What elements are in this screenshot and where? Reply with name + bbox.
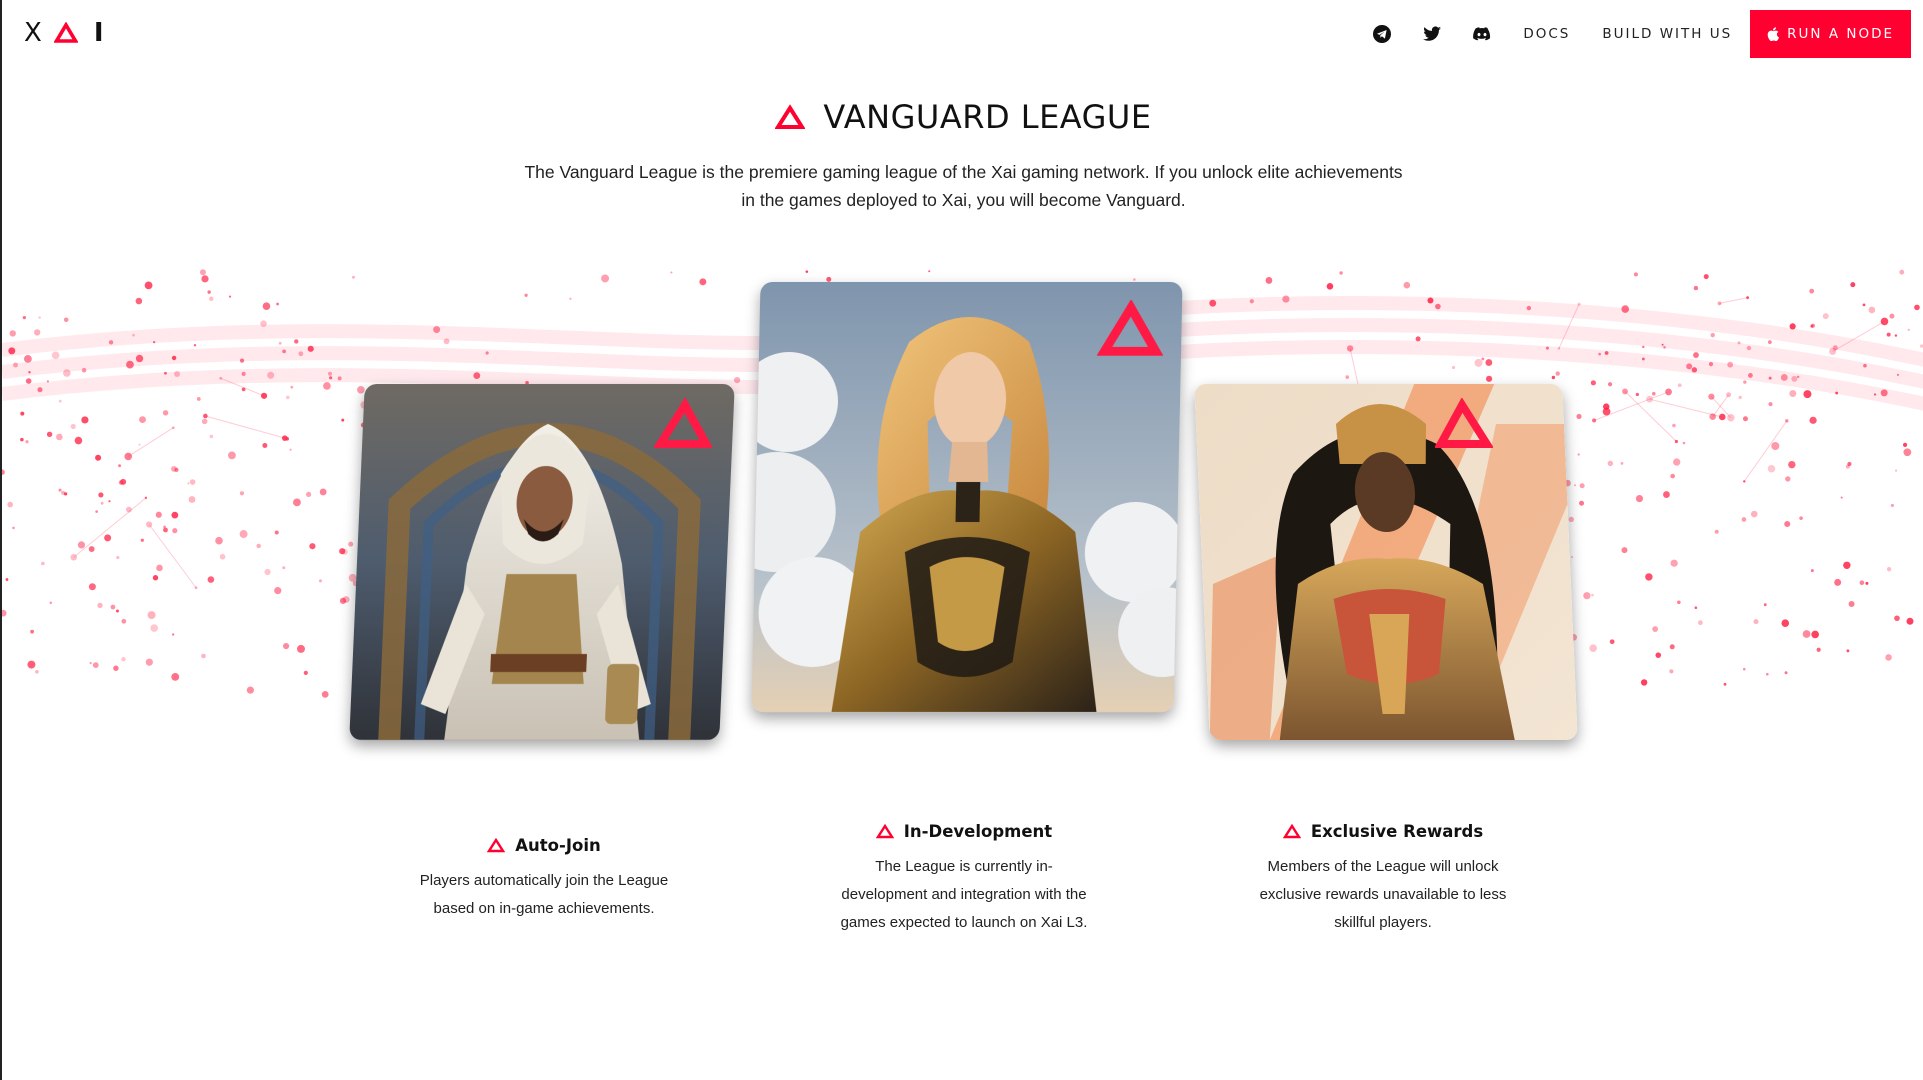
discord-icon[interactable] — [1469, 21, 1495, 47]
triangle-logo-icon — [1282, 824, 1301, 839]
apple-icon — [1767, 27, 1780, 41]
vanguard-card-right — [1194, 384, 1578, 740]
triangle-logo-icon — [487, 838, 506, 853]
triangle-logo-icon — [775, 104, 806, 129]
feature-title: In-Development — [903, 822, 1053, 841]
intro-paragraph: The Vanguard League is the premiere gami… — [524, 162, 1403, 210]
nav-docs-link[interactable]: DOCS — [1523, 26, 1570, 42]
feature-title: Exclusive Rewards — [1310, 822, 1484, 841]
nav-build-with-us-link[interactable]: BUILD WITH US — [1602, 26, 1732, 42]
feature-description: The League is currently in-development a… — [840, 858, 1088, 931]
feature-auto-join: Auto-Join Players automatically join the… — [394, 836, 694, 923]
run-a-node-label: RUN A NODE — [1787, 26, 1894, 42]
vanguard-card-left — [349, 384, 735, 740]
top-nav: DOCS BUILD WITH US RUN A NODE — [1357, 10, 1911, 58]
telegram-icon[interactable] — [1369, 21, 1395, 47]
page-title: VANGUARD LEAGUE — [823, 98, 1152, 136]
card-badge-triangle-icon — [1096, 300, 1164, 356]
vanguard-card-center — [751, 282, 1183, 712]
twitter-icon[interactable] — [1419, 21, 1445, 47]
triangle-logo-icon — [875, 824, 894, 839]
card-badge-triangle-icon — [653, 398, 713, 448]
feature-exclusive-rewards: Exclusive Rewards Members of the League … — [1238, 822, 1528, 937]
run-a-node-button[interactable]: RUN A NODE — [1750, 10, 1911, 58]
feature-description: Players automatically join the League ba… — [419, 872, 669, 917]
card-badge-triangle-icon — [1434, 398, 1494, 448]
logo-letter-i: I — [93, 18, 104, 48]
feature-title: Auto-Join — [515, 836, 601, 855]
page-title-row: VANGUARD LEAGUE — [2, 98, 1923, 136]
logo-letter-x: X — [24, 18, 42, 48]
feature-in-development: In-Development The League is currently i… — [816, 822, 1112, 937]
golden-warrior-queen-portrait — [1194, 384, 1578, 740]
xai-logo[interactable]: X I — [24, 20, 104, 46]
logo-triangle-icon — [53, 22, 78, 43]
feature-description: Members of the League will unlock exclus… — [1259, 858, 1507, 931]
page: X I DOCS BUILD WITH US RUN A NODE VANGUA… — [0, 0, 1923, 1080]
